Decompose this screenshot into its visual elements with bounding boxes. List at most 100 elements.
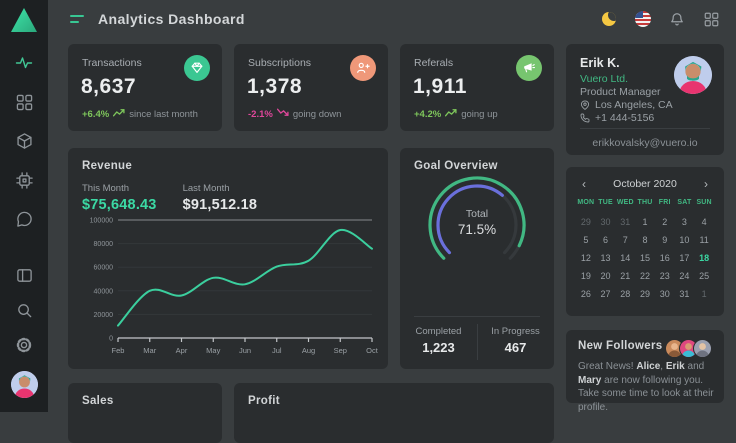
app-logo-icon[interactable] — [11, 8, 37, 32]
followers-title: New Followers — [578, 340, 662, 352]
stat-card-transactions: Transactions 8,637 +6.4% since last mont… — [68, 44, 222, 131]
in-progress-value: 467 — [477, 340, 554, 355]
grid-icon[interactable] — [15, 93, 33, 111]
sidebar — [0, 0, 48, 412]
trend-down-icon — [277, 108, 289, 120]
activity-icon[interactable] — [15, 54, 33, 72]
calendar-day[interactable]: 30 — [655, 285, 675, 303]
sales-title: Sales — [82, 395, 114, 407]
sidebar-user-avatar[interactable] — [11, 371, 38, 398]
calendar-weekday: FRI — [655, 199, 675, 206]
profile-name: Erik K. — [580, 56, 620, 70]
calendar-day[interactable]: 20 — [596, 267, 616, 285]
calendar-day[interactable]: 23 — [655, 267, 675, 285]
last-month-label: Last Month — [183, 183, 258, 194]
calendar-day[interactable]: 17 — [675, 249, 695, 267]
stat-label: Referals — [414, 57, 453, 69]
columns-icon[interactable] — [15, 266, 33, 284]
calendar-day[interactable]: 30 — [596, 213, 616, 231]
trend-value: -2.1% — [248, 109, 273, 120]
calendar-day[interactable]: 18 — [694, 249, 714, 267]
calendar-day[interactable]: 26 — [576, 285, 596, 303]
header: Analytics Dashboard — [48, 0, 736, 38]
moon-icon[interactable] — [600, 10, 618, 28]
svg-text:80000: 80000 — [94, 241, 114, 248]
svg-text:20000: 20000 — [94, 312, 114, 319]
trend-note: going up — [461, 109, 497, 120]
user-plus-icon — [350, 55, 376, 81]
calendar-day[interactable]: 29 — [635, 285, 655, 303]
stat-value: 1,378 — [247, 75, 302, 99]
calendar-day[interactable]: 4 — [694, 213, 714, 231]
calendar-day[interactable]: 16 — [655, 249, 675, 267]
calendar-day[interactable]: 1 — [635, 213, 655, 231]
calendar-day[interactable]: 28 — [615, 285, 635, 303]
calendar-prev-button[interactable]: ‹ — [576, 177, 592, 191]
calendar-next-button[interactable]: › — [698, 177, 714, 191]
package-icon[interactable] — [15, 132, 33, 150]
profile-avatar[interactable] — [674, 56, 712, 94]
calendar-weekday: WED — [615, 199, 635, 206]
calendar-day[interactable]: 31 — [615, 213, 635, 231]
calendar-day[interactable]: 15 — [635, 249, 655, 267]
trend-note: going down — [293, 109, 342, 120]
follower-avatar-mary[interactable] — [693, 339, 712, 358]
gear-icon[interactable] — [15, 336, 33, 354]
profile-phone: +1 444-5156 — [595, 112, 654, 124]
trend-note: since last month — [129, 109, 198, 120]
calendar-day[interactable]: 7 — [615, 231, 635, 249]
revenue-title: Revenue — [82, 160, 132, 172]
gauge-center-value: 71.5% — [422, 222, 532, 237]
svg-text:0: 0 — [109, 336, 113, 343]
calendar-day[interactable]: 9 — [655, 231, 675, 249]
profile-company[interactable]: Vuero Ltd. — [580, 73, 628, 85]
calendar-day[interactable]: 5 — [576, 231, 596, 249]
calendar-day[interactable]: 3 — [675, 213, 695, 231]
calendar-day[interactable]: 31 — [675, 285, 695, 303]
calendar-day[interactable]: 24 — [675, 267, 695, 285]
svg-text:Apr: Apr — [176, 346, 188, 355]
stat-value: 8,637 — [81, 75, 136, 99]
svg-text:Aug: Aug — [302, 346, 315, 355]
profit-card: Profit — [234, 383, 554, 443]
calendar-day[interactable]: 14 — [615, 249, 635, 267]
location-pin-icon — [580, 100, 590, 110]
calendar-month: October 2020 — [592, 178, 698, 190]
us-flag-icon[interactable] — [634, 10, 652, 28]
calendar-day[interactable]: 10 — [675, 231, 695, 249]
profit-title: Profit — [248, 395, 280, 407]
bell-icon[interactable] — [668, 10, 686, 28]
calendar-day[interactable]: 13 — [596, 249, 616, 267]
calendar-day[interactable]: 2 — [655, 213, 675, 231]
calendar-day[interactable]: 29 — [576, 213, 596, 231]
apps-icon[interactable] — [702, 10, 720, 28]
svg-text:Mar: Mar — [143, 346, 156, 355]
calendar-day[interactable]: 21 — [615, 267, 635, 285]
calendar-day[interactable]: 25 — [694, 267, 714, 285]
svg-text:Jun: Jun — [239, 346, 251, 355]
revenue-chart: 020000400006000080000100000FebMarAprMayJ… — [78, 210, 378, 362]
cpu-icon[interactable] — [15, 171, 33, 189]
calendar-day[interactable]: 19 — [576, 267, 596, 285]
trend-up-icon — [445, 108, 457, 120]
calendar-day[interactable]: 8 — [635, 231, 655, 249]
chat-icon[interactable] — [15, 210, 33, 228]
search-icon[interactable] — [15, 301, 33, 319]
trend-value: +6.4% — [82, 109, 109, 120]
calendar-day[interactable]: 11 — [694, 231, 714, 249]
stat-card-referals: Referals 1,911 +4.2% going up — [400, 44, 554, 131]
this-month-label: This Month — [82, 183, 157, 194]
completed-value: 1,223 — [400, 340, 477, 355]
calendar-day[interactable]: 22 — [635, 267, 655, 285]
menu-icon[interactable] — [70, 15, 84, 23]
stat-label: Transactions — [82, 57, 142, 69]
calendar-day[interactable]: 1 — [694, 285, 714, 303]
calendar-day[interactable]: 27 — [596, 285, 616, 303]
stat-card-subscriptions: Subscriptions 1,378 -2.1% going down — [234, 44, 388, 131]
profile-email[interactable]: erikkovalsky@vuero.io — [566, 137, 724, 149]
followers-message: Great News! Alice, Erik and Mary are now… — [578, 360, 714, 414]
calendar-day[interactable]: 12 — [576, 249, 596, 267]
svg-text:40000: 40000 — [94, 288, 114, 295]
calendar-day[interactable]: 6 — [596, 231, 616, 249]
profile-location: Los Angeles, CA — [595, 99, 673, 111]
